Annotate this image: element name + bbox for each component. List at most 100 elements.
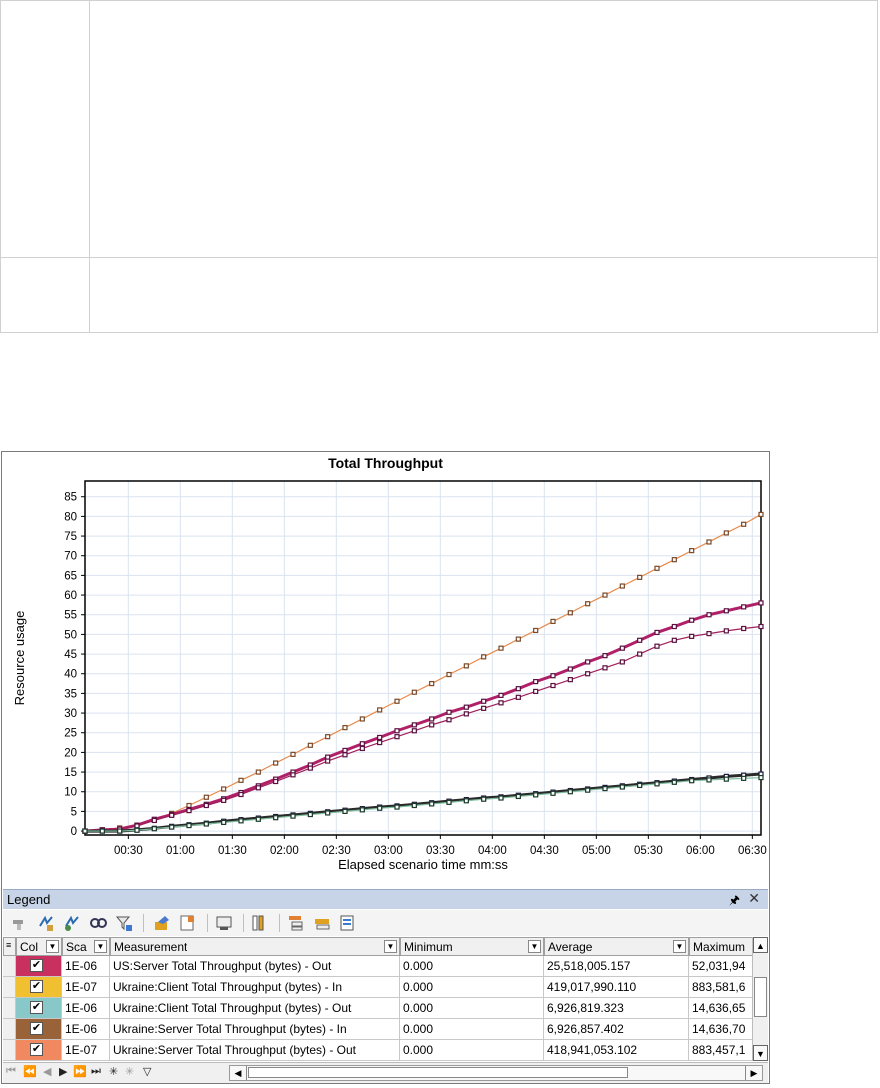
previous-page-icon[interactable]: ⏪	[23, 1065, 37, 1078]
data-point	[567, 789, 573, 795]
delete-icon[interactable]: ✳	[125, 1065, 134, 1078]
next-page-icon[interactable]: ⏩	[73, 1065, 87, 1078]
data-point	[463, 663, 469, 669]
append-icon[interactable]: ✳	[109, 1065, 118, 1078]
record-navigator: ⏮ ⏪ ◀ ▶ ⏩ ⏭ ✳ ✳ ▽ ◀ ▶	[3, 1062, 768, 1083]
data-point	[689, 617, 695, 623]
scale-header[interactable]: Sca ▼	[62, 937, 110, 956]
scroll-up-icon[interactable]: ▲	[753, 937, 768, 953]
y-tick-label: 45	[64, 649, 77, 661]
first-record-icon[interactable]: ⏮	[6, 1065, 16, 1078]
visibility-checkbox[interactable]: ✔	[30, 1001, 43, 1014]
scroll-thumb[interactable]	[754, 977, 767, 1017]
table-row[interactable]: ✔ 1E-06 Ukraine:Server Total Throughput (b…	[3, 1019, 753, 1040]
scroll-right-icon[interactable]: ▶	[745, 1066, 762, 1080]
find-icon[interactable]	[89, 914, 107, 932]
maximum-header[interactable]: Maximum	[689, 937, 753, 956]
scale-cell: 1E-06	[62, 998, 110, 1019]
average-cell: 25,518,005.157	[544, 956, 689, 977]
chevron-down-icon[interactable]: ▼	[528, 940, 541, 953]
horizontal-scrollbar[interactable]: ◀ ▶	[229, 1065, 763, 1081]
col-header[interactable]: Col ▼	[16, 937, 62, 956]
visibility-checkbox[interactable]: ✔	[30, 980, 43, 993]
hide-icon[interactable]	[11, 914, 29, 932]
chevron-down-icon[interactable]: ▼	[673, 940, 686, 953]
data-point	[446, 671, 452, 678]
last-record-icon[interactable]: ⏭	[91, 1065, 101, 1078]
animate-icon[interactable]	[215, 914, 233, 932]
scroll-down-icon[interactable]: ▼	[753, 1045, 768, 1061]
data-point	[481, 654, 487, 660]
minimum-cell-text: 0.000	[403, 980, 434, 994]
visibility-checkbox[interactable]: ✔	[30, 1022, 43, 1035]
columns-icon[interactable]	[251, 914, 269, 932]
table-row[interactable]: ✔ 1E-07 Ukraine:Client Total Throughput (b…	[3, 977, 753, 998]
show-only-icon[interactable]	[37, 914, 55, 932]
minimum-cell-text: 0.000	[403, 959, 434, 973]
data-point	[203, 802, 209, 809]
data-point	[671, 623, 677, 630]
data-point	[723, 628, 729, 634]
scale-cell-text: 1E-06	[65, 1001, 98, 1015]
data-point	[186, 822, 192, 829]
data-point	[429, 801, 435, 807]
next-record-icon[interactable]: ▶	[59, 1065, 67, 1078]
data-point	[585, 659, 591, 665]
data-point	[567, 610, 573, 616]
data-point	[654, 565, 660, 571]
data-point	[533, 627, 539, 634]
filter-icon[interactable]	[115, 914, 133, 932]
vertical-scrollbar[interactable]: ▲ ▼	[752, 937, 768, 1061]
y-tick-label: 15	[64, 767, 77, 779]
pin-icon[interactable]: 🖈	[729, 891, 740, 912]
data-point	[758, 774, 764, 781]
row-selector-header[interactable]: ≡	[3, 937, 16, 956]
measurement-cell-text: Ukraine:Client Total Throughput (bytes) …	[113, 1001, 352, 1015]
throughput-chart[interactable]: 0 5 10 15 20 25 30 35 40 45 50 55 60 65 70 75 80 85 00:30 0…	[2, 452, 769, 888]
data-point	[758, 511, 764, 518]
average-header[interactable]: Average ▼	[544, 937, 689, 956]
data-point	[619, 645, 625, 651]
show-all-icon[interactable]	[63, 914, 81, 932]
data-point	[117, 828, 123, 834]
data-point	[255, 816, 261, 822]
scale-cell-text: 1E-07	[65, 1043, 98, 1057]
export-icon[interactable]	[339, 914, 357, 932]
data-point	[273, 760, 279, 766]
data-point	[82, 828, 88, 834]
configure-measurements-icon[interactable]	[153, 914, 171, 932]
visibility-checkbox[interactable]: ✔	[30, 1043, 43, 1056]
previous-record-icon[interactable]: ◀	[43, 1065, 51, 1078]
color-cell: ✔	[16, 1040, 62, 1061]
data-point	[758, 600, 764, 606]
data-point	[706, 539, 712, 545]
group-by-icon[interactable]	[287, 914, 305, 932]
visibility-checkbox[interactable]: ✔	[30, 959, 43, 972]
data-point	[689, 548, 695, 554]
y-tick-label: 10	[64, 787, 77, 799]
data-point	[342, 725, 348, 731]
measurement-description-icon[interactable]	[179, 914, 197, 932]
data-point	[394, 728, 400, 734]
data-point	[550, 673, 556, 679]
y-tick-label: 65	[64, 570, 77, 582]
measurement-header[interactable]: Measurement ▼	[110, 937, 400, 956]
minimum-header[interactable]: Minimum ▼	[400, 937, 544, 956]
chevron-down-icon[interactable]: ▼	[46, 940, 59, 953]
data-point	[654, 643, 660, 649]
table-row[interactable]: ✔ 1E-06 US:Server Total Throughput (bytes)…	[3, 956, 753, 977]
table-row-divider	[1, 257, 877, 258]
scroll-thumb[interactable]	[248, 1067, 628, 1078]
table-row[interactable]: ✔ 1E-07 Ukraine:Server Total Throughput (b…	[3, 1040, 753, 1061]
table-row[interactable]: ✔ 1E-06 Ukraine:Client Total Throughput (b…	[3, 998, 753, 1019]
filter-icon[interactable]: ▽	[143, 1065, 151, 1078]
chevron-down-icon[interactable]: ▼	[94, 940, 107, 953]
data-point	[307, 811, 313, 818]
data-point	[671, 637, 677, 643]
data-point	[151, 826, 157, 832]
scroll-left-icon[interactable]: ◀	[230, 1066, 247, 1080]
expand-icon[interactable]	[313, 914, 331, 932]
close-icon[interactable]: ✕	[748, 890, 760, 907]
chevron-down-icon[interactable]: ▼	[384, 940, 397, 953]
document-table	[0, 0, 878, 333]
